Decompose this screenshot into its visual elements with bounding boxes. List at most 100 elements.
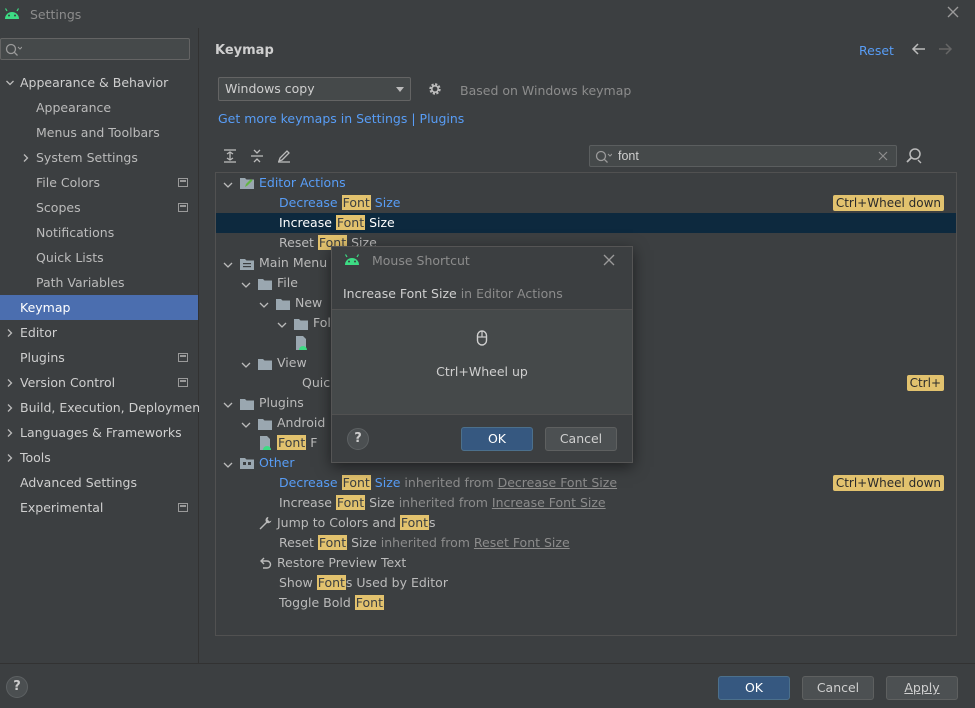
tree-row[interactable]: Increase Font Size xyxy=(216,213,956,233)
label-text: Main Menu xyxy=(259,255,328,270)
inherited-link[interactable]: Decrease Font Size xyxy=(498,475,617,490)
cancel-button[interactable]: Cancel xyxy=(802,676,874,700)
inherited-link[interactable]: Reset Font Size xyxy=(474,535,570,550)
chevron-down-icon[interactable] xyxy=(258,297,270,309)
based-on-label: Based on Windows keymap xyxy=(460,83,632,98)
search-icon xyxy=(5,43,22,56)
dialog-title-bar: Mouse Shortcut xyxy=(332,247,632,275)
action-filter-input[interactable] xyxy=(618,148,868,164)
sidebar-item-notifications[interactable]: Notifications xyxy=(0,220,198,245)
inherited-link[interactable]: Increase Font Size xyxy=(492,495,606,510)
action-label: Android xyxy=(277,413,325,433)
chevron-down-icon[interactable] xyxy=(240,277,252,289)
sidebar-item-quick-lists[interactable]: Quick Lists xyxy=(0,245,198,270)
action-filter-box[interactable] xyxy=(589,145,897,167)
apply-button[interactable]: Apply xyxy=(886,676,958,700)
clear-icon[interactable] xyxy=(878,151,888,161)
chevron-down-icon[interactable] xyxy=(240,357,252,369)
sidebar-item-file-colors[interactable]: File Colors xyxy=(0,170,198,195)
folder-icon xyxy=(276,296,290,310)
sidebar-item-plugins[interactable]: Plugins xyxy=(0,345,198,370)
chevron-down-icon[interactable] xyxy=(222,397,234,409)
chevron-right-icon[interactable] xyxy=(4,445,16,470)
reset-link[interactable]: Reset xyxy=(859,43,894,58)
keymap-dropdown[interactable]: Windows copy xyxy=(218,77,411,101)
chevron-down-icon[interactable] xyxy=(240,417,252,429)
chevron-down-icon[interactable] xyxy=(276,317,288,329)
forward-arrow-icon[interactable] xyxy=(937,41,953,57)
label-text: Reset xyxy=(279,535,318,550)
dialog-cancel-button[interactable]: Cancel xyxy=(545,427,617,451)
action-label: Increase Font Size xyxy=(279,213,395,233)
help-button[interactable]: ? xyxy=(6,676,28,698)
chevron-right-icon[interactable] xyxy=(4,370,16,395)
android-logo-icon xyxy=(4,8,20,19)
settings-search-input[interactable] xyxy=(25,41,185,57)
sidebar-item-path-variables[interactable]: Path Variables xyxy=(0,270,198,295)
sidebar-item-system-settings[interactable]: System Settings xyxy=(0,145,198,170)
close-dialog-icon[interactable] xyxy=(602,253,616,267)
sidebar-item-appearance[interactable]: Appearance xyxy=(0,95,198,120)
label-text: inherited from xyxy=(394,495,492,510)
tree-row[interactable]: Toggle Bold Font xyxy=(216,593,956,613)
close-window-icon[interactable] xyxy=(945,4,961,20)
action-label: Reset Font Size inherited from Reset Fon… xyxy=(279,533,570,553)
window-title: Settings xyxy=(30,6,82,22)
get-more-keymaps-link[interactable]: Get more keymaps in Settings | Plugins xyxy=(218,111,464,126)
action-label: Decrease Font Size xyxy=(279,193,400,213)
gear-icon[interactable] xyxy=(427,81,443,97)
find-by-shortcut-icon[interactable] xyxy=(905,147,923,165)
back-arrow-icon[interactable] xyxy=(911,41,927,57)
tree-row[interactable]: Show Fonts Used by Editor xyxy=(216,573,956,593)
action-context: in Editor Actions xyxy=(456,286,563,301)
action-label: Editor Actions xyxy=(259,173,346,193)
sidebar-item-advanced-settings[interactable]: Advanced Settings xyxy=(0,470,198,495)
sidebar-item-keymap[interactable]: Keymap xyxy=(0,295,198,320)
tree-row[interactable]: Increase Font Size inherited from Increa… xyxy=(216,493,956,513)
dialog-help-button[interactable]: ? xyxy=(347,428,369,450)
sidebar-item-tools[interactable]: Tools xyxy=(0,445,198,470)
sidebar-item-experimental[interactable]: Experimental xyxy=(0,495,198,520)
sidebar-item-version-control[interactable]: Version Control xyxy=(0,370,198,395)
sidebar-item-appearance-behavior[interactable]: Appearance & Behavior xyxy=(0,70,198,95)
action-label: Font F xyxy=(277,433,317,453)
edit-shortcut-icon[interactable] xyxy=(275,147,293,165)
tree-row[interactable]: Jump to Colors and Fonts xyxy=(216,513,956,533)
mouse-icon xyxy=(476,330,488,346)
tree-row[interactable]: Restore Preview Text xyxy=(216,553,956,573)
tree-row[interactable]: Reset Font Size inherited from Reset Fon… xyxy=(216,533,956,553)
project-scope-icon xyxy=(178,203,188,212)
chevron-down-icon[interactable] xyxy=(4,70,16,95)
mouse-input-area[interactable]: Ctrl+Wheel up xyxy=(332,309,632,415)
sidebar-item-build-execution-deployment[interactable]: Build, Execution, Deployment xyxy=(0,395,205,420)
chevron-right-icon[interactable] xyxy=(4,320,16,345)
undo-icon xyxy=(258,556,272,570)
expand-all-icon[interactable] xyxy=(221,147,239,165)
sidebar-item-menus-and-toolbars[interactable]: Menus and Toolbars xyxy=(0,120,198,145)
tree-group-row[interactable]: Editor Actions xyxy=(216,173,956,193)
label-text: Decrease xyxy=(279,195,342,210)
chevron-right-icon[interactable] xyxy=(4,395,16,420)
chevron-down-icon[interactable] xyxy=(222,257,234,269)
tree-row[interactable]: Decrease Font Size inherited from Decrea… xyxy=(216,473,956,493)
chevron-right-icon[interactable] xyxy=(20,145,32,170)
sidebar-item-label: Editor xyxy=(20,325,57,340)
chevron-down-icon[interactable] xyxy=(222,457,234,469)
chevron-right-icon[interactable] xyxy=(4,420,16,445)
sidebar-item-label: Keymap xyxy=(20,300,71,315)
dialog-ok-button[interactable]: OK xyxy=(461,427,533,451)
label-text: Size xyxy=(365,495,395,510)
sidebar-item-editor[interactable]: Editor xyxy=(0,320,198,345)
dialog-title: Mouse Shortcut xyxy=(372,253,470,268)
tree-row[interactable]: Decrease Font Size Ctrl+Wheel down xyxy=(216,193,956,213)
chevron-down-icon[interactable] xyxy=(222,177,234,189)
ok-button[interactable]: OK xyxy=(718,676,790,700)
settings-search-box[interactable] xyxy=(0,38,190,60)
match-highlight: Font xyxy=(354,595,384,610)
action-label: Other xyxy=(259,453,295,473)
sidebar-item-languages-frameworks[interactable]: Languages & Frameworks xyxy=(0,420,198,445)
collapse-all-icon[interactable] xyxy=(248,147,266,165)
folder-icon xyxy=(258,276,272,290)
sidebar-item-scopes[interactable]: Scopes xyxy=(0,195,198,220)
tree-toolbar xyxy=(221,147,293,165)
